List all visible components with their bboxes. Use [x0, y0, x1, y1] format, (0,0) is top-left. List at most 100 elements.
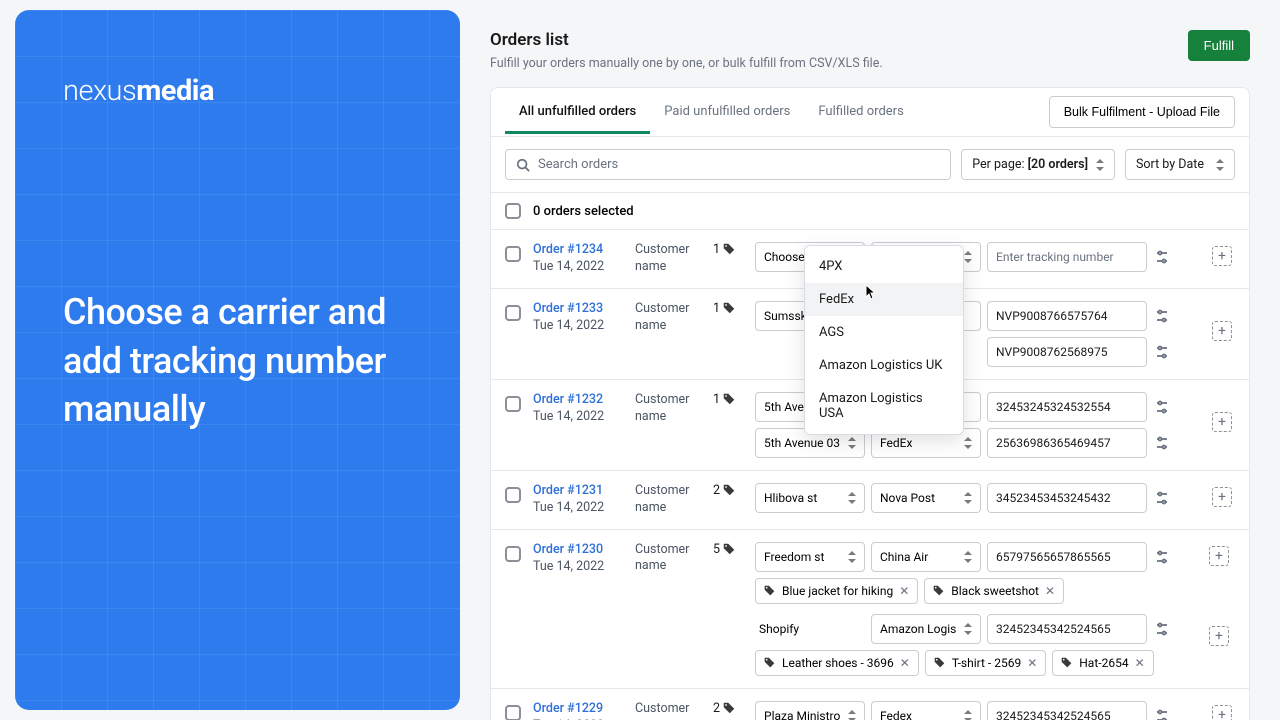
- dropdown-option[interactable]: FedEx: [805, 283, 963, 316]
- carrier-select[interactable]: Amazon Logistics: [871, 614, 981, 644]
- chip-remove-icon[interactable]: ✕: [1135, 656, 1145, 670]
- sort-select[interactable]: Sort by Date: [1125, 149, 1235, 180]
- chip-remove-icon[interactable]: ✕: [900, 656, 910, 670]
- fulfill-button[interactable]: Fulfill: [1188, 30, 1250, 61]
- tracking-input[interactable]: NVP9008766575764: [987, 301, 1147, 331]
- address-select[interactable]: Freedom st: [755, 542, 865, 572]
- add-line-button[interactable]: +: [1212, 246, 1232, 266]
- add-line-button[interactable]: +: [1209, 626, 1229, 646]
- order-link[interactable]: Order #1234: [533, 242, 623, 257]
- page-subtitle: Fulfill your orders manually one by one,…: [490, 56, 883, 71]
- promo-headline: Choose a carrier and add tracking number…: [63, 288, 412, 434]
- updown-icon: [848, 492, 856, 504]
- chip-remove-icon[interactable]: ✕: [899, 584, 909, 598]
- perpage-select[interactable]: Per page: [20 orders]: [961, 149, 1115, 180]
- tag-icon: [723, 543, 735, 555]
- customer-name: Customer name: [635, 392, 701, 426]
- tag-icon: [723, 243, 735, 255]
- updown-icon: [964, 437, 972, 449]
- order-qty: 1: [713, 301, 743, 316]
- adjust-icon[interactable]: [1153, 620, 1171, 638]
- order-qty: 2: [713, 701, 743, 716]
- adjust-icon[interactable]: [1153, 343, 1171, 361]
- customer-name: Customer name: [635, 301, 701, 335]
- row-checkbox[interactable]: [505, 487, 521, 503]
- tracking-input[interactable]: Enter tracking number: [987, 242, 1147, 272]
- controls-row: Search orders Per page: [20 orders] Sort…: [491, 137, 1249, 192]
- product-chip: T-shirt - 2569✕: [925, 650, 1046, 676]
- dropdown-option[interactable]: Amazon Logistics UK: [805, 349, 963, 382]
- tracking-input[interactable]: 34523453453245432: [987, 483, 1147, 513]
- tracking-input[interactable]: 32452345342524565: [987, 701, 1147, 720]
- dropdown-option[interactable]: 4PX: [805, 250, 963, 283]
- adjust-icon[interactable]: [1153, 707, 1171, 720]
- add-line-button[interactable]: +: [1212, 321, 1232, 341]
- bulk-upload-button[interactable]: Bulk Fulfilment - Upload File: [1049, 96, 1235, 128]
- order-link[interactable]: Order #1229: [533, 701, 623, 716]
- order-date: Tue 14, 2022: [533, 318, 623, 333]
- tag-icon: [933, 585, 945, 597]
- adjust-icon[interactable]: [1153, 398, 1171, 416]
- order-row: Order #1229Tue 14, 2022 Customer name 2 …: [491, 688, 1249, 720]
- chip-remove-icon[interactable]: ✕: [1045, 584, 1055, 598]
- shopify-label: Shopify: [755, 615, 865, 643]
- order-date: Tue 14, 2022: [533, 500, 623, 515]
- customer-name: Customer name: [635, 483, 701, 517]
- order-link[interactable]: Order #1233: [533, 301, 623, 316]
- order-link[interactable]: Order #1230: [533, 542, 623, 557]
- updown-icon: [1096, 159, 1104, 171]
- row-checkbox[interactable]: [505, 305, 521, 321]
- dropdown-option[interactable]: Amazon Logistics USA: [805, 382, 963, 430]
- updown-icon: [848, 710, 856, 720]
- carrier-select[interactable]: Fedex: [871, 701, 981, 720]
- adjust-icon[interactable]: [1153, 307, 1171, 325]
- select-all-checkbox[interactable]: [505, 203, 521, 219]
- row-checkbox[interactable]: [505, 546, 521, 562]
- tab-paid-unfulfilled[interactable]: Paid unfulfilled orders: [650, 90, 804, 134]
- add-line-button[interactable]: +: [1209, 546, 1229, 566]
- adjust-icon[interactable]: [1153, 548, 1171, 566]
- product-chip: Hat-2654✕: [1052, 650, 1153, 676]
- add-line-button[interactable]: +: [1212, 487, 1232, 507]
- chip-remove-icon[interactable]: ✕: [1027, 656, 1037, 670]
- add-line-button[interactable]: +: [1212, 412, 1232, 432]
- tag-icon: [723, 702, 735, 714]
- order-date: Tue 14, 2022: [533, 259, 623, 274]
- tag-icon: [723, 393, 735, 405]
- updown-icon: [964, 251, 972, 263]
- tag-icon: [764, 585, 776, 597]
- add-line-button[interactable]: +: [1212, 705, 1232, 720]
- tag-icon: [723, 484, 735, 496]
- tracking-input[interactable]: 32453245324532554: [987, 392, 1147, 422]
- tab-fulfilled[interactable]: Fulfilled orders: [804, 90, 917, 134]
- tracking-input[interactable]: 65797565657865565: [987, 542, 1147, 572]
- tracking-input[interactable]: NVP9008762568975: [987, 337, 1147, 367]
- tracking-input[interactable]: 25636986365469457: [987, 428, 1147, 458]
- adjust-icon[interactable]: [1153, 489, 1171, 507]
- search-input[interactable]: Search orders: [505, 149, 951, 180]
- updown-icon: [964, 551, 972, 563]
- order-date: Tue 14, 2022: [533, 559, 623, 574]
- customer-name: Customer name: [635, 542, 701, 576]
- order-link[interactable]: Order #1231: [533, 483, 623, 498]
- page-title: Orders list: [490, 30, 883, 50]
- address-select[interactable]: Plaza Ministro: [755, 701, 865, 720]
- adjust-icon[interactable]: [1153, 248, 1171, 266]
- order-qty: 1: [713, 242, 743, 257]
- customer-name: Customer name: [635, 701, 701, 720]
- search-icon: [516, 158, 530, 172]
- address-select[interactable]: Hlibova st: [755, 483, 865, 513]
- carrier-select[interactable]: Nova Post: [871, 483, 981, 513]
- row-checkbox[interactable]: [505, 705, 521, 720]
- order-link[interactable]: Order #1232: [533, 392, 623, 407]
- carrier-select[interactable]: China Air: [871, 542, 981, 572]
- dropdown-option[interactable]: AGS: [805, 316, 963, 349]
- tab-all-unfulfilled[interactable]: All unfulfilled orders: [505, 90, 650, 134]
- row-checkbox[interactable]: [505, 246, 521, 262]
- search-placeholder: Search orders: [538, 157, 618, 172]
- carrier-dropdown: 4PX FedEx AGS Amazon Logistics UK Amazon…: [804, 245, 964, 435]
- row-checkbox[interactable]: [505, 396, 521, 412]
- tracking-input[interactable]: 32452345342524565: [987, 614, 1147, 644]
- promo-panel: nexusmedia Choose a carrier and add trac…: [15, 10, 460, 710]
- adjust-icon[interactable]: [1153, 434, 1171, 452]
